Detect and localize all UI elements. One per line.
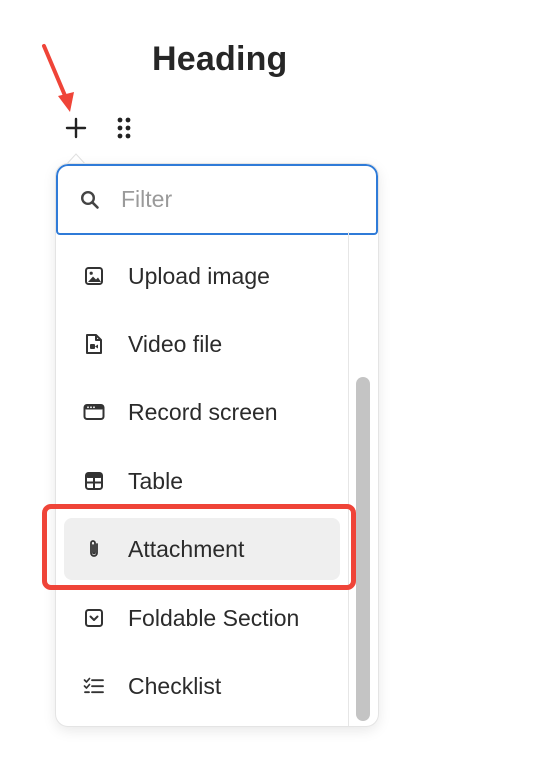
insert-block-menu: Upload image Video file R: [56, 164, 378, 726]
search-icon: [79, 189, 101, 211]
record-screen-icon: [82, 400, 106, 424]
menu-item-label: Table: [128, 467, 183, 494]
menu-item-label: Foldable Section: [128, 604, 300, 631]
menu-item-record-screen[interactable]: Record screen: [64, 381, 340, 443]
image-icon: [82, 264, 106, 288]
annotation-arrow-icon: [42, 44, 74, 112]
menu-item-label: Attachment: [128, 535, 245, 562]
foldable-section-icon: [82, 606, 106, 630]
page-heading: Heading: [152, 40, 288, 78]
video-file-icon: [82, 332, 106, 356]
paperclip-icon: [82, 537, 106, 561]
menu-item-foldable-section[interactable]: Foldable Section: [64, 587, 340, 649]
menu-item-label: Checklist: [128, 672, 222, 699]
plus-icon: [65, 117, 87, 139]
scrollbar-thumb[interactable]: [356, 377, 370, 721]
table-icon: [82, 469, 106, 493]
menu-item-checklist[interactable]: Checklist: [64, 655, 340, 717]
menu-item-attachment[interactable]: Attachment: [64, 518, 340, 580]
menu-item-table[interactable]: Table: [64, 450, 340, 512]
menu-item-label: Upload image: [128, 262, 270, 289]
menu-item-label: Video file: [128, 330, 223, 357]
filter-field[interactable]: [56, 164, 378, 235]
drag-handle-icon: [117, 117, 131, 139]
scrollbar-track: [348, 232, 349, 726]
checklist-icon: [82, 674, 106, 698]
drag-handle-button[interactable]: [112, 114, 136, 142]
menu-item-label: Record screen: [128, 398, 278, 425]
filter-input[interactable]: [119, 185, 353, 214]
add-block-button[interactable]: [62, 114, 90, 142]
menu-item-upload-image[interactable]: Upload image: [64, 245, 340, 307]
menu-item-video-file[interactable]: Video file: [64, 313, 340, 375]
